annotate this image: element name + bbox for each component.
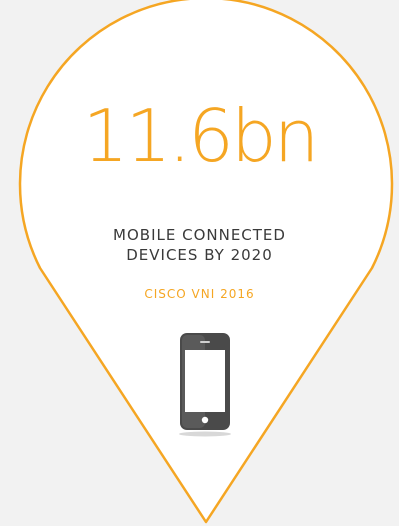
stat-value: 11.6bn <box>82 94 320 178</box>
stat-label-line-2: DEVICES BY 2020 <box>126 246 273 264</box>
stat-source: CISCO VNI 2016 <box>144 287 255 301</box>
stat-label: MOBILE CONNECTED DEVICES BY 2020 <box>0 225 399 265</box>
stat-label-line-1: MOBILE CONNECTED <box>113 226 286 244</box>
infographic-card: 11.6bn MOBILE CONNECTED DEVICES BY 2020 … <box>0 0 399 526</box>
smartphone-icon <box>179 333 231 437</box>
